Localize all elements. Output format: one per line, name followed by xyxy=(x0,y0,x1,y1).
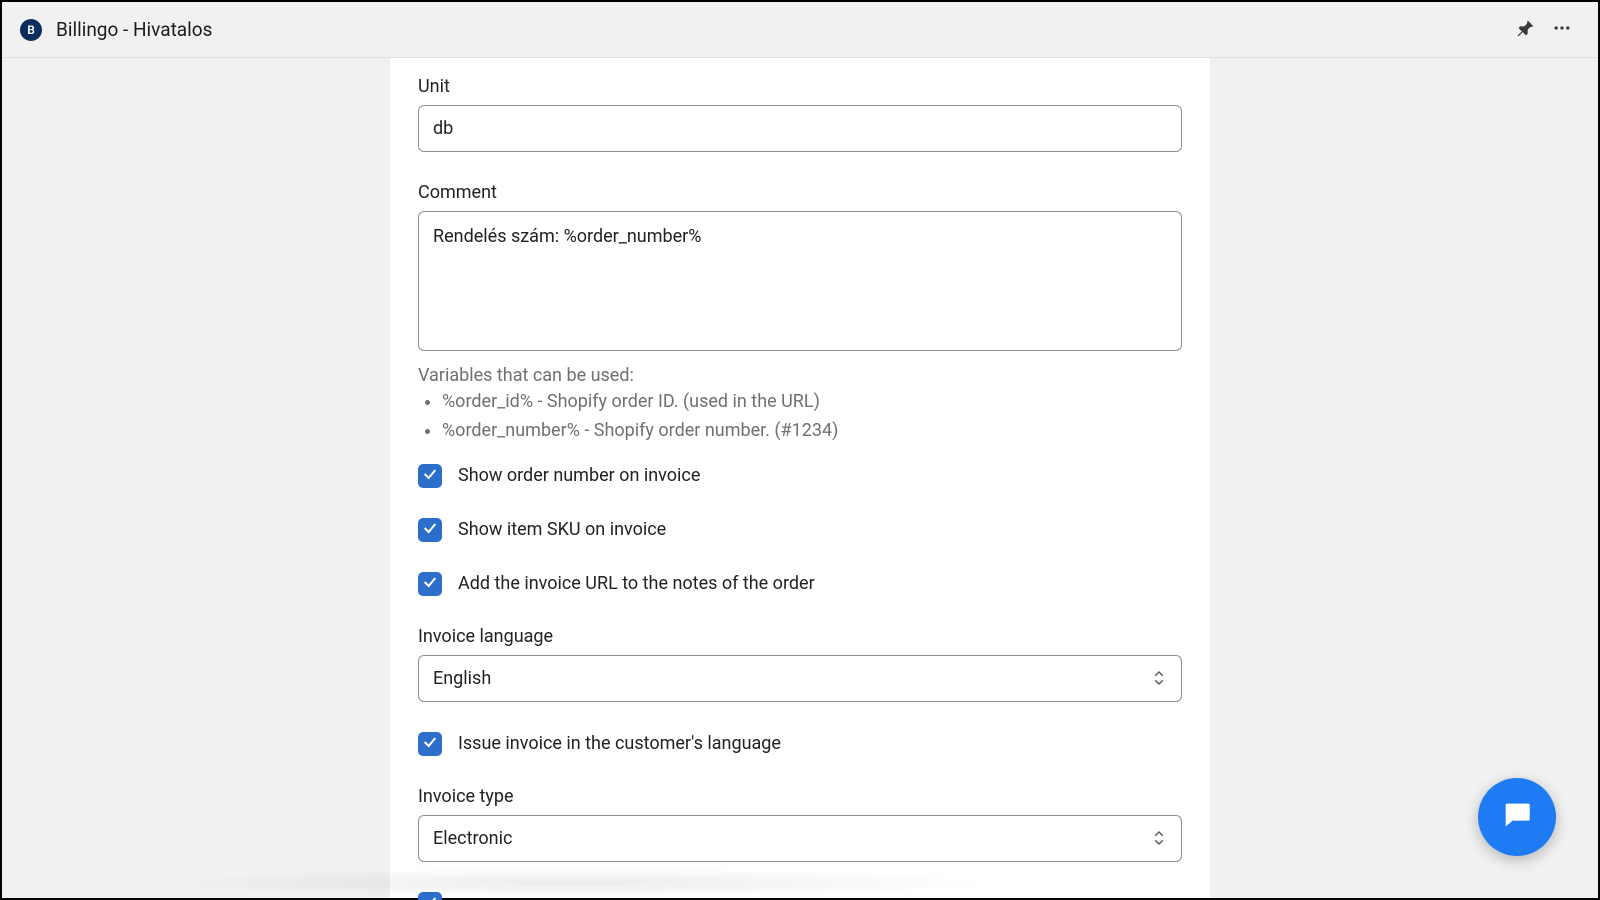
invoice-language-label: Invoice language xyxy=(418,626,1182,647)
select-value: Electronic xyxy=(418,815,1182,862)
variables-list: %order_id% - Shopify order ID. (used in … xyxy=(418,388,1182,446)
select-value: English xyxy=(418,655,1182,702)
checkbox-box[interactable] xyxy=(418,732,442,756)
checkbox-label: Issue invoice in the customer's language xyxy=(458,733,781,754)
comment-label: Comment xyxy=(418,182,1182,203)
checkbox-label: Show item SKU on invoice xyxy=(458,519,666,540)
checkbox-label: Show order number on invoice xyxy=(458,465,700,486)
chat-icon xyxy=(1500,798,1534,836)
checkbox-box[interactable] xyxy=(418,518,442,542)
invoice-type-select[interactable]: Electronic xyxy=(418,815,1182,862)
app-icon: B xyxy=(20,19,42,41)
check-icon xyxy=(422,466,438,486)
checkbox-partial-cropped[interactable] xyxy=(418,892,1182,900)
more-button[interactable] xyxy=(1544,12,1580,48)
variable-item: %order_id% - Shopify order ID. (used in … xyxy=(442,388,1182,417)
unit-input[interactable] xyxy=(418,105,1182,152)
content-area: Unit Comment Variables that can be used:… xyxy=(2,58,1598,898)
page-title: Billingo - Hivatalos xyxy=(56,18,212,41)
checkbox-box[interactable] xyxy=(418,572,442,596)
variables-intro: Variables that can be used: xyxy=(418,365,1182,386)
checkbox-add-invoice-url[interactable]: Add the invoice URL to the notes of the … xyxy=(418,572,1182,596)
more-icon xyxy=(1552,18,1572,42)
variable-item: %order_number% - Shopify order number. (… xyxy=(442,417,1182,446)
checkbox-box[interactable] xyxy=(418,892,442,900)
chat-fab[interactable] xyxy=(1478,778,1556,856)
app-initial: B xyxy=(27,23,35,37)
checkbox-label: Add the invoice URL to the notes of the … xyxy=(458,573,815,594)
checkbox-issue-customer-language[interactable]: Issue invoice in the customer's language xyxy=(418,732,1182,756)
settings-card: Unit Comment Variables that can be used:… xyxy=(390,58,1210,898)
pin-button[interactable] xyxy=(1508,12,1544,48)
pin-icon xyxy=(1516,18,1536,42)
check-icon xyxy=(422,520,438,540)
invoice-type-label: Invoice type xyxy=(418,786,1182,807)
check-icon xyxy=(422,574,438,594)
check-icon xyxy=(422,894,438,900)
checkbox-show-order-number[interactable]: Show order number on invoice xyxy=(418,464,1182,488)
checkbox-box[interactable] xyxy=(418,464,442,488)
titlebar: B Billingo - Hivatalos xyxy=(2,2,1598,58)
checkbox-show-item-sku[interactable]: Show item SKU on invoice xyxy=(418,518,1182,542)
invoice-language-select[interactable]: English xyxy=(418,655,1182,702)
check-icon xyxy=(422,734,438,754)
comment-input[interactable] xyxy=(418,211,1182,351)
unit-label: Unit xyxy=(418,76,1182,97)
